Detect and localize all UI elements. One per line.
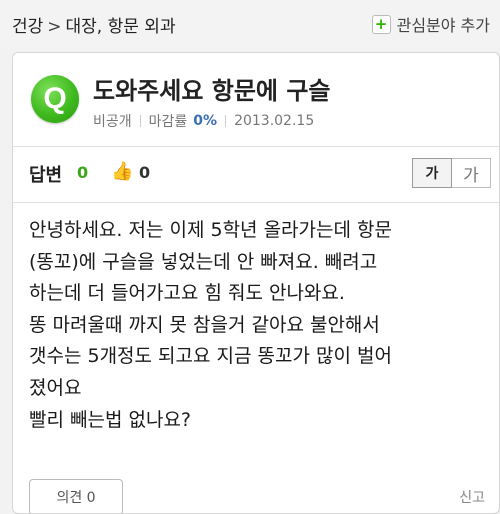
add-favorite-button[interactable]: + 관심분야 추가	[371, 12, 490, 36]
font-large-button[interactable]: 가	[452, 158, 491, 188]
question-title: 도와주세요 항문에 구슬	[93, 77, 331, 105]
question-header: Q 도와주세요 항문에 구슬 비공개 마감률 0% 2013.02.15	[13, 53, 499, 147]
body-line: 빨리 빼는법 없나요?	[29, 408, 192, 431]
report-link[interactable]: 신고	[459, 487, 485, 507]
breadcrumb-separator: >	[47, 16, 62, 37]
visibility-label: 비공개	[93, 114, 132, 130]
question-meta: 비공개 마감률 0% 2013.02.15	[93, 111, 314, 131]
closing-rate-value: 0%	[193, 113, 218, 129]
answers-count: 0	[77, 163, 89, 182]
breadcrumb-current[interactable]: 대장, 항문 외과	[66, 17, 176, 37]
meta-divider	[139, 115, 141, 127]
answers-label: 답변	[29, 165, 63, 186]
thumbs-up-icon[interactable]: 👍	[111, 161, 133, 182]
body-line: 안녕하세요. 저는 이제 5학년 올라가는데 항문	[29, 219, 392, 241]
opinion-button[interactable]: 의견 0	[29, 479, 123, 513]
answer-stats-bar: 답변 0 👍 0 가 가	[13, 147, 499, 203]
meta-divider	[225, 115, 227, 127]
plus-icon: +	[371, 14, 391, 34]
closing-rate-label: 마감률	[148, 114, 188, 130]
like-count: 0	[139, 163, 151, 182]
question-body: 안녕하세요. 저는 이제 5학년 올라가는데 항문 (똥꼬)에 구슬을 넣었는데…	[29, 215, 499, 436]
breadcrumb-parent[interactable]: 건강	[12, 17, 43, 37]
body-line: 하는데 더 들어가고요 힘 줘도 안나와요.	[29, 282, 345, 305]
question-card: Q 도와주세요 항문에 구슬 비공개 마감률 0% 2013.02.15 답변 …	[12, 52, 500, 514]
body-line: 갯수는 5개정도 되고요 지금 똥꼬가 많이 벌어	[29, 345, 392, 368]
add-favorite-label: 관심분야 추가	[396, 16, 490, 35]
font-small-button[interactable]: 가	[412, 158, 452, 188]
font-size-toggle: 가 가	[412, 158, 491, 188]
body-line: 졌어요	[29, 376, 82, 399]
top-bar: 건강 > 대장, 항문 외과 + 관심분야 추가	[0, 0, 500, 48]
body-line: 똥 마려울때 까지 못 참을거 같아요 불안해서	[29, 313, 380, 336]
question-q-icon: Q	[31, 75, 79, 123]
breadcrumb: 건강 > 대장, 항문 외과	[12, 12, 176, 37]
body-line: (똥꼬)에 구슬을 넣었는데 안 빠져요. 빼려고	[29, 250, 378, 273]
question-date: 2013.02.15	[234, 113, 315, 129]
